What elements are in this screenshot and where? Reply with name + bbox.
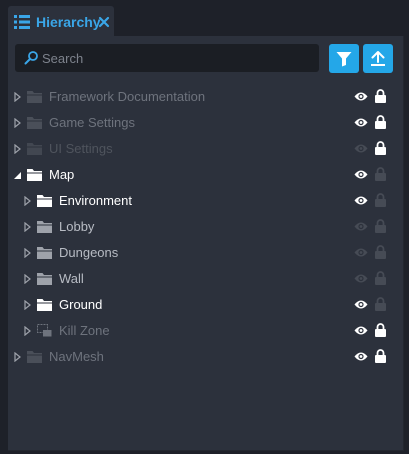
close-icon[interactable] — [98, 16, 110, 28]
tree-item-ui-settings[interactable]: UI Settings — [8, 136, 403, 162]
tree-item-label: Dungeons — [59, 245, 119, 260]
collapsed-arrow-icon[interactable] — [13, 144, 22, 154]
tree-item-label: UI Settings — [49, 141, 113, 156]
lock-icon[interactable] — [375, 297, 386, 311]
eye-icon[interactable] — [354, 221, 368, 232]
folder-icon — [37, 221, 52, 233]
collapsed-arrow-icon[interactable] — [23, 274, 32, 284]
tab-hierarchy[interactable]: Hierarchy — [8, 6, 114, 38]
search-input[interactable] — [42, 48, 312, 68]
tree-item-label: Lobby — [59, 219, 95, 234]
lock-icon[interactable] — [375, 271, 386, 285]
folder-icon — [27, 351, 42, 363]
collapsed-arrow-icon[interactable] — [13, 92, 22, 102]
eye-icon[interactable] — [354, 117, 368, 128]
eye-icon[interactable] — [354, 299, 368, 310]
tree-item-label: Framework Documentation — [49, 89, 206, 104]
tree-item-label: NavMesh — [49, 349, 104, 364]
lock-icon[interactable] — [375, 349, 386, 363]
tree-item-label: Kill Zone — [59, 323, 110, 338]
lock-icon[interactable] — [375, 219, 386, 233]
eye-icon[interactable] — [354, 351, 368, 362]
folder-icon — [27, 117, 42, 129]
tree-item-framework-documentation[interactable]: Framework Documentation — [8, 84, 403, 110]
folder-icon — [27, 91, 42, 103]
eye-icon[interactable] — [354, 325, 368, 336]
expanded-arrow-icon[interactable] — [13, 170, 22, 180]
tree-item-navmesh[interactable]: NavMesh — [8, 344, 403, 370]
collapsed-arrow-icon[interactable] — [23, 222, 32, 232]
upload-icon — [371, 51, 385, 66]
lock-icon[interactable] — [375, 245, 386, 259]
tree-item-environment[interactable]: Environment — [8, 188, 403, 214]
tab-title: Hierarchy — [36, 14, 101, 30]
folder-icon — [37, 299, 52, 311]
collapsed-arrow-icon[interactable] — [23, 326, 32, 336]
search-icon — [24, 51, 38, 65]
tree-item-game-settings[interactable]: Game Settings — [8, 110, 403, 136]
folder-icon — [37, 195, 52, 207]
eye-icon[interactable] — [354, 247, 368, 258]
tree-item-label: Environment — [59, 193, 132, 208]
collapsed-arrow-icon[interactable] — [23, 248, 32, 258]
eye-icon[interactable] — [354, 143, 368, 154]
folder-icon — [27, 143, 42, 155]
lock-icon[interactable] — [375, 141, 386, 155]
tree-item-ground[interactable]: Ground — [8, 292, 403, 318]
trigger-zone-icon — [37, 324, 52, 337]
tree-item-kill-zone[interactable]: Kill Zone — [8, 318, 403, 344]
tree-item-dungeons[interactable]: Dungeons — [8, 240, 403, 266]
lock-icon[interactable] — [375, 89, 386, 103]
eye-icon[interactable] — [354, 169, 368, 180]
tree-item-label: Map — [49, 167, 75, 182]
eye-icon[interactable] — [354, 195, 368, 206]
hierarchy-list-icon — [14, 15, 30, 29]
tree-item-label: Wall — [59, 271, 84, 286]
filter-button[interactable] — [329, 44, 359, 73]
tab-bar: Hierarchy — [0, 0, 409, 38]
lock-icon[interactable] — [375, 323, 386, 337]
eye-icon[interactable] — [354, 91, 368, 102]
hierarchy-panel: Framework Documentation Game Settings UI S… — [8, 36, 404, 451]
tree-item-map[interactable]: Map — [8, 162, 403, 188]
collapsed-arrow-icon[interactable] — [23, 300, 32, 310]
collapse-upload-button[interactable] — [363, 44, 393, 73]
folder-icon — [37, 247, 52, 259]
collapsed-arrow-icon[interactable] — [13, 118, 22, 128]
search-box[interactable] — [15, 44, 319, 72]
filter-icon — [336, 52, 352, 67]
tree-item-label: Game Settings — [49, 115, 135, 130]
lock-icon[interactable] — [375, 193, 386, 207]
tree-item-label: Ground — [59, 297, 103, 312]
collapsed-arrow-icon[interactable] — [23, 196, 32, 206]
folder-icon — [37, 273, 52, 285]
eye-icon[interactable] — [354, 273, 368, 284]
lock-icon[interactable] — [375, 115, 386, 129]
tree-item-wall[interactable]: Wall — [8, 266, 403, 292]
tree-item-lobby[interactable]: Lobby — [8, 214, 403, 240]
lock-icon[interactable] — [375, 167, 386, 181]
collapsed-arrow-icon[interactable] — [13, 352, 22, 362]
folder-icon — [27, 169, 42, 181]
